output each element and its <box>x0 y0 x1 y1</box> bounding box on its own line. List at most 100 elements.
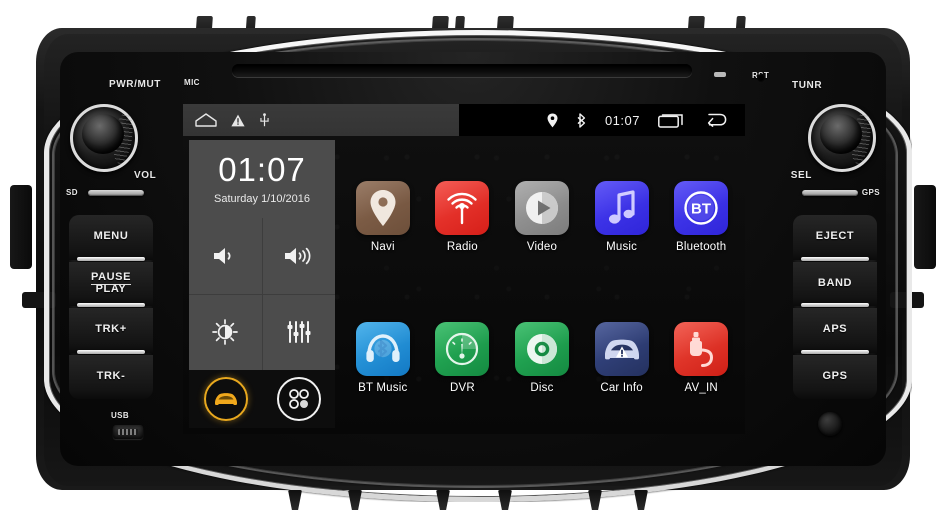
widget-dock <box>189 370 335 428</box>
equalizer-tile[interactable] <box>262 294 335 370</box>
recents-icon[interactable] <box>658 112 685 128</box>
slot-indicator <box>714 72 726 77</box>
side-tab-right <box>890 292 924 308</box>
track-prev-button[interactable]: TRK- <box>69 354 153 399</box>
track-next-button[interactable]: TRK+ <box>69 308 153 354</box>
side-bracket-left <box>10 185 32 269</box>
bt-badge-icon: BT <box>674 180 729 235</box>
side-tab-left <box>22 292 56 308</box>
gps-button[interactable]: GPS <box>793 354 877 399</box>
label-sel: SEL <box>790 170 812 181</box>
menu-button-label: MENU <box>93 230 129 243</box>
location-icon <box>547 113 558 128</box>
app-label: Car Info <box>600 381 643 394</box>
gps-button-label: GPS <box>822 369 848 382</box>
music-note-icon <box>594 180 649 235</box>
track-next-label: TRK+ <box>95 323 127 336</box>
app-dvr[interactable]: DVR <box>423 287 503 428</box>
mount-tab <box>288 490 302 510</box>
brightness-tile[interactable] <box>189 294 262 370</box>
app-label: Video <box>526 240 558 253</box>
mount-tab <box>498 490 512 510</box>
disc-icon <box>514 321 569 376</box>
label-gps-slot: GPS <box>861 188 880 197</box>
volume-low-icon <box>211 245 239 267</box>
usb-port[interactable] <box>113 425 143 439</box>
app-label: Music <box>606 240 638 253</box>
label-pwr-mut: PWR/MUT <box>109 79 161 90</box>
disc-slot[interactable] <box>232 64 692 77</box>
status-bar-clock: 01:07 <box>604 112 640 128</box>
app-car-info[interactable]: Car Info <box>582 287 662 428</box>
back-icon[interactable] <box>703 112 727 128</box>
app-bluetooth[interactable]: BT Bluetooth <box>661 146 741 287</box>
touchscreen[interactable]: 01:07 01:07 Saturday 1/10/2016 Navi Radi… <box>183 104 745 434</box>
key-highlight <box>801 349 869 354</box>
apps-grid-icon <box>287 387 311 411</box>
reset-hole[interactable] <box>757 74 765 82</box>
app-label: Bluetooth <box>675 240 727 253</box>
app-navi[interactable]: Navi <box>343 146 423 287</box>
app-label: Disc <box>530 381 554 394</box>
app-radio[interactable]: Radio <box>423 146 503 287</box>
radio-waves-icon <box>435 180 490 235</box>
volume-high-icon <box>282 245 316 267</box>
car-mode-button[interactable] <box>203 377 248 421</box>
volume-up-tile[interactable] <box>262 218 335 294</box>
clock-date: Saturday 1/10/2016 <box>213 193 311 205</box>
key-highlight <box>801 303 869 307</box>
equalizer-icon <box>286 320 312 344</box>
bt-headphones-icon <box>355 321 410 376</box>
label-mic: MIC <box>184 78 200 87</box>
tuner-select-knob[interactable] <box>808 104 876 172</box>
mount-tab <box>588 490 602 510</box>
volume-down-tile[interactable] <box>189 218 262 294</box>
home-screen: 01:07 Saturday 1/10/2016 Navi Radio Vide… <box>183 136 745 434</box>
sd-card-slot[interactable] <box>88 190 144 196</box>
knob-ridges <box>848 111 874 165</box>
left-button-column: MENU PAUSE PLAY TRK+ TRK- <box>69 215 153 399</box>
all-apps-button[interactable] <box>276 377 321 421</box>
menu-button[interactable]: MENU <box>69 215 153 261</box>
rca-plug-icon <box>674 321 729 376</box>
key-highlight <box>77 303 145 307</box>
app-label: Radio <box>446 240 478 253</box>
reset-round-button[interactable] <box>818 412 842 436</box>
side-bracket-right <box>914 185 936 269</box>
clock-widget[interactable]: 01:07 Saturday 1/10/2016 <box>189 140 335 218</box>
svg-text:BT: BT <box>691 200 711 217</box>
status-bar-left <box>195 113 270 127</box>
brightness-icon <box>212 319 239 346</box>
home-icon[interactable] <box>195 113 217 127</box>
gps-card-slot[interactable] <box>802 190 858 196</box>
bluetooth-icon <box>576 112 587 128</box>
eject-button[interactable]: EJECT <box>793 215 877 261</box>
dashcam-gauge-icon <box>435 321 490 376</box>
label-usb: USB <box>111 411 130 420</box>
app-disc[interactable]: Disc <box>502 287 582 428</box>
car-warning-icon <box>594 321 649 376</box>
mount-tab <box>634 490 648 510</box>
map-pin-icon <box>355 180 410 235</box>
aps-button-label: APS <box>822 323 848 336</box>
app-av-in[interactable]: AV_IN <box>661 287 741 428</box>
key-highlight <box>77 349 145 354</box>
status-bar: 01:07 <box>183 104 745 136</box>
clock-widget-column: 01:07 Saturday 1/10/2016 <box>189 140 335 428</box>
track-prev-label: TRK- <box>96 369 126 382</box>
power-volume-knob[interactable] <box>70 104 138 172</box>
pause-play-button[interactable]: PAUSE PLAY <box>69 261 153 307</box>
band-button[interactable]: BAND <box>793 261 877 307</box>
app-grid: Navi Radio Video Music BT Bluetooth BT M… <box>343 146 741 428</box>
car-icon <box>213 391 239 407</box>
key-highlight <box>77 256 145 261</box>
label-sd: SD <box>66 188 78 197</box>
eject-button-label: EJECT <box>815 230 855 243</box>
aps-button[interactable]: APS <box>793 308 877 354</box>
app-label: AV_IN <box>684 381 718 394</box>
app-video[interactable]: Video <box>502 146 582 287</box>
key-highlight <box>801 256 869 261</box>
app-music[interactable]: Music <box>582 146 662 287</box>
quick-settings-tiles <box>189 218 335 370</box>
app-bt-music[interactable]: BT Music <box>343 287 423 428</box>
